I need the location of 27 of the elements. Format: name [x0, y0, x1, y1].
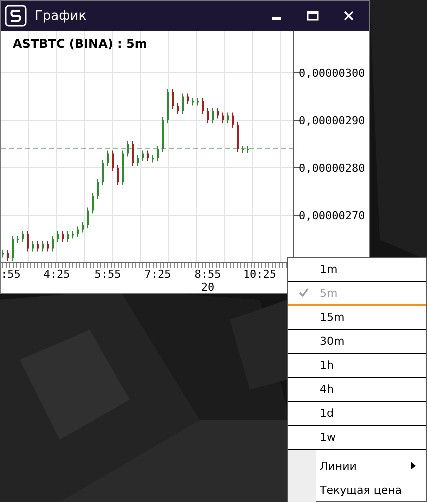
menu-item[interactable]: 1h [288, 354, 426, 378]
menu-item[interactable]: 1d [288, 402, 426, 426]
y-tick-label: 0,00000280 [299, 162, 366, 175]
x-tick-label: :55 [1, 268, 21, 281]
y-tick-label: 0,00000300 [299, 67, 366, 80]
x-tick-label: 10:25 [243, 268, 277, 281]
check-icon [299, 288, 309, 298]
menu-item[interactable]: Текущая цена [316, 478, 426, 502]
chart-title: ASTBTC (BINA) : 5m [13, 37, 148, 51]
menu-item[interactable]: 1m [288, 258, 426, 282]
window-title: График [35, 8, 88, 24]
date-label: 20 [201, 281, 215, 293]
x-tick-label: 8:55 [194, 268, 222, 281]
menu-item[interactable]: 30m [288, 330, 426, 354]
x-tick-label: 5:55 [94, 268, 122, 281]
y-tick-label: 0,00000290 [299, 114, 366, 128]
app-logo-icon [5, 5, 27, 27]
maximize-icon [307, 11, 319, 21]
menu-item[interactable]: 4h [288, 378, 426, 402]
submenu-arrow-icon [411, 462, 416, 470]
menu-gutter [288, 450, 316, 502]
menu-item[interactable]: Линии [316, 454, 426, 478]
y-tick-label: 0,00000270 [299, 210, 366, 222]
x-tick-label: 4:25 [44, 268, 70, 281]
menu-item[interactable]: 15m [288, 306, 426, 330]
close-icon [344, 11, 354, 21]
x-tick-label: 7:25 [144, 268, 172, 281]
